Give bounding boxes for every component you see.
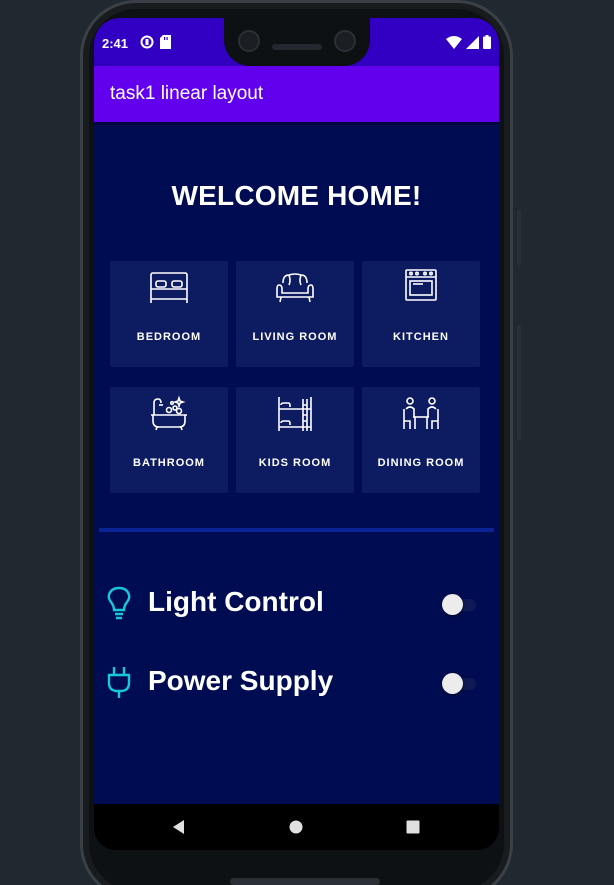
room-card-kitchen[interactable]: KITCHEN <box>362 261 480 367</box>
app-title: task1 linear layout <box>110 83 264 104</box>
bunk-bed-icon <box>278 397 312 431</box>
section-divider <box>99 528 494 532</box>
status-bar: 2:41 <box>94 18 499 66</box>
app-bar: task1 linear layout <box>94 66 499 122</box>
back-icon <box>173 820 184 834</box>
room-card-bathroom[interactable]: BATHROOM <box>110 387 228 493</box>
nav-recents-button[interactable] <box>383 804 443 850</box>
front-camera <box>238 30 260 52</box>
home-icon <box>289 820 303 834</box>
navigation-bar <box>94 804 499 850</box>
bed-icon <box>150 272 188 303</box>
bathtub-icon <box>151 395 187 431</box>
volume-button <box>517 210 521 265</box>
power-plug-icon <box>107 667 131 698</box>
power-supply-switch[interactable] <box>442 672 476 694</box>
power-button <box>517 325 521 440</box>
room-label: KIDS ROOM <box>258 457 332 469</box>
wifi-icon <box>446 35 462 49</box>
signal-icon <box>466 35 479 49</box>
room-label: BEDROOM <box>136 331 202 343</box>
battery-icon <box>483 35 491 49</box>
dining-table-icon <box>403 397 439 429</box>
nav-back-button[interactable] <box>149 804 209 850</box>
app-screen: 2:41 task1 linear layout WELCOME HOME! B… <box>94 18 499 850</box>
earpiece-speaker <box>272 44 322 50</box>
room-card-bedroom[interactable]: BEDROOM <box>110 261 228 367</box>
power-supply-label: Power Supply <box>148 665 334 696</box>
light-control-row: Light Control <box>106 584 486 624</box>
room-label: LIVING ROOM <box>252 331 338 343</box>
room-card-dining-room[interactable]: DINING ROOM <box>362 387 480 493</box>
nav-home-button[interactable] <box>266 804 326 850</box>
data-saver-icon <box>140 35 154 49</box>
switch-thumb <box>442 594 463 615</box>
switch-thumb <box>442 673 463 694</box>
room-label: BATHROOM <box>133 457 205 469</box>
status-time: 2:41 <box>102 36 129 51</box>
oven-icon <box>405 269 437 301</box>
room-label: KITCHEN <box>393 331 449 343</box>
phone-bottom-edge <box>230 878 380 885</box>
light-control-label: Light Control <box>148 586 324 617</box>
power-supply-row: Power Supply <box>106 663 486 703</box>
sd-card-icon <box>160 35 171 49</box>
room-card-living-room[interactable]: LIVING ROOM <box>236 261 354 367</box>
camera-notch <box>224 18 370 66</box>
room-label: DINING ROOM <box>377 457 465 469</box>
recents-icon <box>406 820 420 834</box>
front-camera <box>334 30 356 52</box>
light-control-switch[interactable] <box>442 593 476 615</box>
room-card-kids-room[interactable]: KIDS ROOM <box>236 387 354 493</box>
welcome-heading: WELCOME HOME! <box>171 180 422 211</box>
sofa-icon <box>276 273 314 303</box>
lightbulb-icon <box>107 586 131 620</box>
